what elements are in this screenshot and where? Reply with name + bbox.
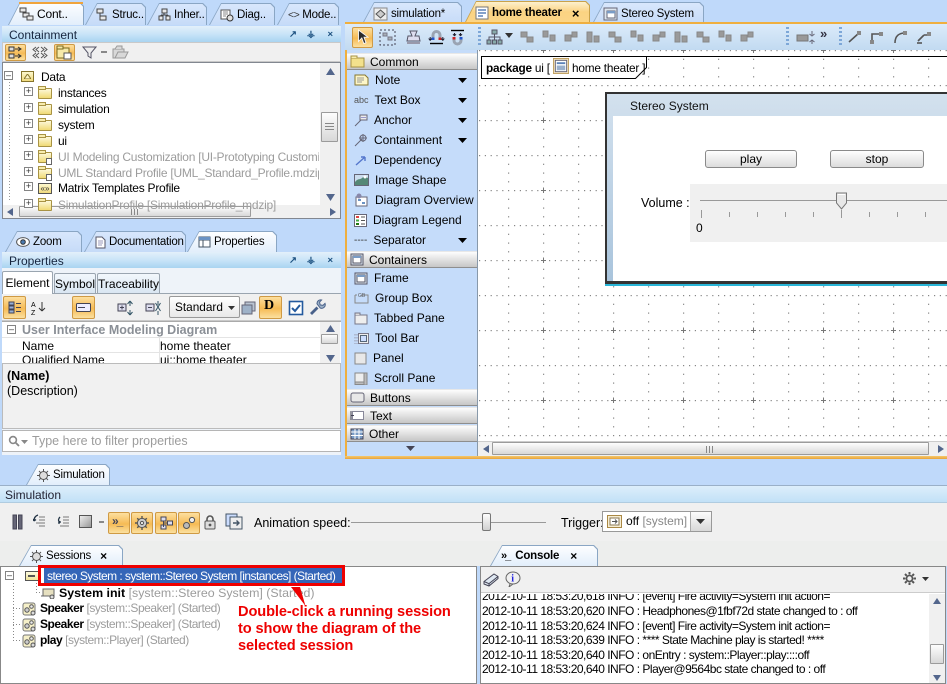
svg-text:GB: GB <box>358 293 366 299</box>
svg-text:i: i <box>511 574 514 585</box>
svg-text:Z: Z <box>31 310 36 315</box>
svg-text:A: A <box>31 302 36 309</box>
